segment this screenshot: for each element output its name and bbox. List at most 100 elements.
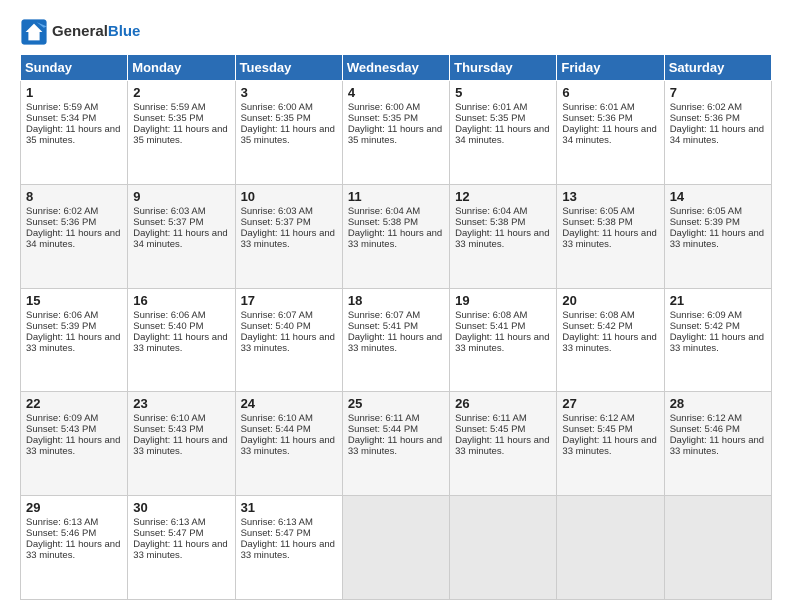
daylight: Daylight: 11 hours and 33 minutes. bbox=[562, 435, 656, 457]
calendar-cell: 18 Sunrise: 6:07 AM Sunset: 5:41 PM Dayl… bbox=[342, 288, 449, 392]
sunset: Sunset: 5:47 PM bbox=[133, 528, 203, 539]
daylight: Daylight: 11 hours and 33 minutes. bbox=[455, 228, 549, 250]
sunset: Sunset: 5:38 PM bbox=[562, 217, 632, 228]
day-number: 11 bbox=[348, 189, 444, 204]
day-number: 4 bbox=[348, 85, 444, 100]
sunrise: Sunrise: 6:01 AM bbox=[562, 102, 634, 113]
day-number: 28 bbox=[670, 396, 766, 411]
daylight: Daylight: 11 hours and 33 minutes. bbox=[241, 539, 335, 561]
sunrise: Sunrise: 6:06 AM bbox=[133, 310, 205, 321]
sunset: Sunset: 5:35 PM bbox=[455, 113, 525, 124]
weekday-friday: Friday bbox=[557, 55, 664, 81]
day-number: 10 bbox=[241, 189, 337, 204]
sunset: Sunset: 5:44 PM bbox=[348, 424, 418, 435]
sunset: Sunset: 5:34 PM bbox=[26, 113, 96, 124]
sunset: Sunset: 5:39 PM bbox=[670, 217, 740, 228]
sunrise: Sunrise: 6:04 AM bbox=[348, 206, 420, 217]
sunrise: Sunrise: 6:13 AM bbox=[241, 517, 313, 528]
calendar-cell: 1 Sunrise: 5:59 AM Sunset: 5:34 PM Dayli… bbox=[21, 81, 128, 185]
sunrise: Sunrise: 5:59 AM bbox=[133, 102, 205, 113]
sunset: Sunset: 5:35 PM bbox=[133, 113, 203, 124]
sunrise: Sunrise: 6:11 AM bbox=[348, 413, 420, 424]
day-number: 21 bbox=[670, 293, 766, 308]
day-number: 6 bbox=[562, 85, 658, 100]
weekday-sunday: Sunday bbox=[21, 55, 128, 81]
day-number: 14 bbox=[670, 189, 766, 204]
daylight: Daylight: 11 hours and 34 minutes. bbox=[455, 124, 549, 146]
sunset: Sunset: 5:35 PM bbox=[241, 113, 311, 124]
calendar-cell: 16 Sunrise: 6:06 AM Sunset: 5:40 PM Dayl… bbox=[128, 288, 235, 392]
calendar-cell: 19 Sunrise: 6:08 AM Sunset: 5:41 PM Dayl… bbox=[450, 288, 557, 392]
day-number: 30 bbox=[133, 500, 229, 515]
sunset: Sunset: 5:47 PM bbox=[241, 528, 311, 539]
weekday-monday: Monday bbox=[128, 55, 235, 81]
day-number: 19 bbox=[455, 293, 551, 308]
day-number: 1 bbox=[26, 85, 122, 100]
day-number: 9 bbox=[133, 189, 229, 204]
sunrise: Sunrise: 6:10 AM bbox=[241, 413, 313, 424]
sunset: Sunset: 5:41 PM bbox=[348, 321, 418, 332]
daylight: Daylight: 11 hours and 33 minutes. bbox=[670, 332, 764, 354]
calendar-cell: 12 Sunrise: 6:04 AM Sunset: 5:38 PM Dayl… bbox=[450, 184, 557, 288]
day-number: 26 bbox=[455, 396, 551, 411]
sunset: Sunset: 5:36 PM bbox=[562, 113, 632, 124]
daylight: Daylight: 11 hours and 34 minutes. bbox=[670, 124, 764, 146]
calendar-cell: 9 Sunrise: 6:03 AM Sunset: 5:37 PM Dayli… bbox=[128, 184, 235, 288]
sunset: Sunset: 5:43 PM bbox=[26, 424, 96, 435]
calendar-cell bbox=[450, 496, 557, 600]
day-number: 22 bbox=[26, 396, 122, 411]
day-number: 17 bbox=[241, 293, 337, 308]
calendar-cell: 13 Sunrise: 6:05 AM Sunset: 5:38 PM Dayl… bbox=[557, 184, 664, 288]
calendar-cell: 31 Sunrise: 6:13 AM Sunset: 5:47 PM Dayl… bbox=[235, 496, 342, 600]
day-number: 23 bbox=[133, 396, 229, 411]
day-number: 3 bbox=[241, 85, 337, 100]
calendar-cell: 23 Sunrise: 6:10 AM Sunset: 5:43 PM Dayl… bbox=[128, 392, 235, 496]
sunset: Sunset: 5:37 PM bbox=[133, 217, 203, 228]
sunrise: Sunrise: 6:08 AM bbox=[562, 310, 634, 321]
calendar-cell: 22 Sunrise: 6:09 AM Sunset: 5:43 PM Dayl… bbox=[21, 392, 128, 496]
sunrise: Sunrise: 6:08 AM bbox=[455, 310, 527, 321]
sunrise: Sunrise: 6:02 AM bbox=[26, 206, 98, 217]
sunrise: Sunrise: 6:00 AM bbox=[241, 102, 313, 113]
sunset: Sunset: 5:36 PM bbox=[670, 113, 740, 124]
sunset: Sunset: 5:37 PM bbox=[241, 217, 311, 228]
daylight: Daylight: 11 hours and 35 minutes. bbox=[241, 124, 335, 146]
calendar-cell bbox=[557, 496, 664, 600]
daylight: Daylight: 11 hours and 33 minutes. bbox=[562, 228, 656, 250]
sunrise: Sunrise: 6:12 AM bbox=[670, 413, 742, 424]
sunset: Sunset: 5:45 PM bbox=[455, 424, 525, 435]
sunset: Sunset: 5:43 PM bbox=[133, 424, 203, 435]
calendar-cell: 20 Sunrise: 6:08 AM Sunset: 5:42 PM Dayl… bbox=[557, 288, 664, 392]
sunset: Sunset: 5:40 PM bbox=[241, 321, 311, 332]
page: GeneralBlue SundayMondayTuesdayWednesday… bbox=[0, 0, 792, 612]
calendar-cell: 21 Sunrise: 6:09 AM Sunset: 5:42 PM Dayl… bbox=[664, 288, 771, 392]
daylight: Daylight: 11 hours and 33 minutes. bbox=[562, 332, 656, 354]
day-number: 12 bbox=[455, 189, 551, 204]
daylight: Daylight: 11 hours and 33 minutes. bbox=[26, 539, 120, 561]
daylight: Daylight: 11 hours and 35 minutes. bbox=[348, 124, 442, 146]
weekday-wednesday: Wednesday bbox=[342, 55, 449, 81]
calendar-cell: 11 Sunrise: 6:04 AM Sunset: 5:38 PM Dayl… bbox=[342, 184, 449, 288]
daylight: Daylight: 11 hours and 33 minutes. bbox=[241, 332, 335, 354]
day-number: 29 bbox=[26, 500, 122, 515]
daylight: Daylight: 11 hours and 33 minutes. bbox=[26, 332, 120, 354]
logo: GeneralBlue bbox=[20, 18, 140, 46]
sunrise: Sunrise: 6:04 AM bbox=[455, 206, 527, 217]
sunset: Sunset: 5:44 PM bbox=[241, 424, 311, 435]
calendar-cell bbox=[342, 496, 449, 600]
calendar-cell: 29 Sunrise: 6:13 AM Sunset: 5:46 PM Dayl… bbox=[21, 496, 128, 600]
day-number: 27 bbox=[562, 396, 658, 411]
day-number: 16 bbox=[133, 293, 229, 308]
sunset: Sunset: 5:41 PM bbox=[455, 321, 525, 332]
sunrise: Sunrise: 6:07 AM bbox=[348, 310, 420, 321]
daylight: Daylight: 11 hours and 34 minutes. bbox=[133, 228, 227, 250]
calendar-cell: 4 Sunrise: 6:00 AM Sunset: 5:35 PM Dayli… bbox=[342, 81, 449, 185]
sunset: Sunset: 5:45 PM bbox=[562, 424, 632, 435]
day-number: 8 bbox=[26, 189, 122, 204]
sunrise: Sunrise: 6:10 AM bbox=[133, 413, 205, 424]
daylight: Daylight: 11 hours and 33 minutes. bbox=[26, 435, 120, 457]
sunrise: Sunrise: 6:01 AM bbox=[455, 102, 527, 113]
weekday-tuesday: Tuesday bbox=[235, 55, 342, 81]
daylight: Daylight: 11 hours and 35 minutes. bbox=[26, 124, 120, 146]
sunset: Sunset: 5:39 PM bbox=[26, 321, 96, 332]
